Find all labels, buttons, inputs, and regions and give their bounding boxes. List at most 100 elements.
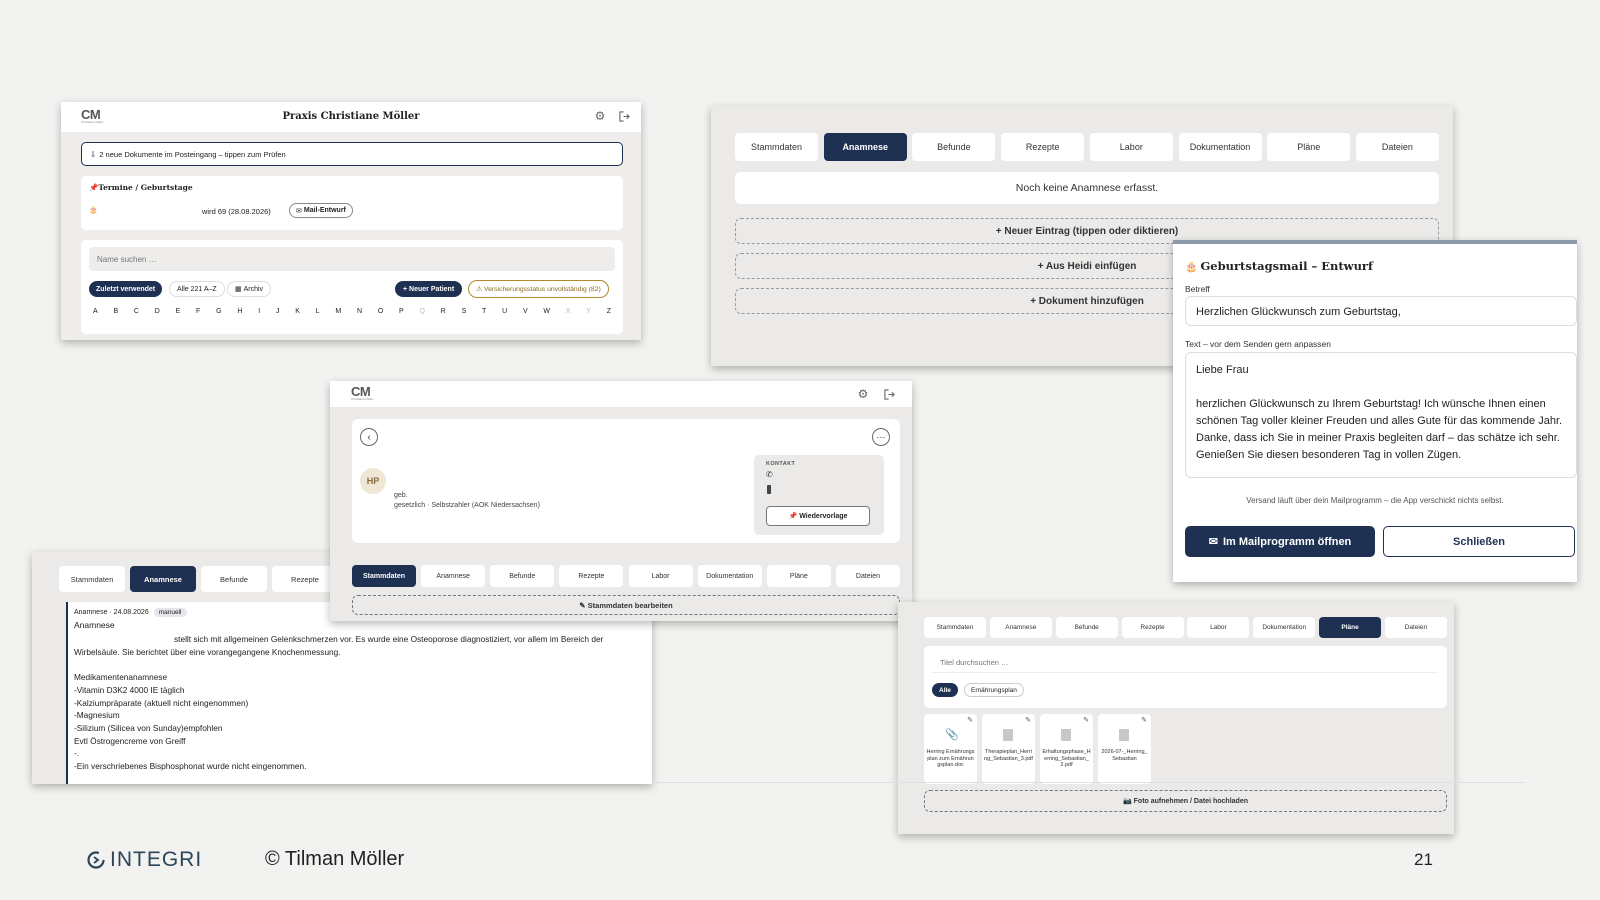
tab-pläne[interactable]: Pläne bbox=[1267, 133, 1351, 161]
filter-archive-button[interactable]: ▦ Archiv bbox=[227, 281, 272, 297]
contact-label: KONTAKT bbox=[766, 461, 796, 467]
letter-t[interactable]: T bbox=[482, 308, 486, 322]
followup-button[interactable]: 📌 Wiedervorlage bbox=[766, 506, 870, 526]
phone-icon[interactable]: ✆ bbox=[766, 470, 773, 479]
tab-labor[interactable]: Labor bbox=[628, 565, 693, 587]
birthdays-heading: 📌Termine / Geburtstage bbox=[89, 183, 193, 192]
entry-meta: Anamnese · 24.08.2026 manuell bbox=[74, 608, 187, 617]
file-name: 2026-07-_Herring_Sebastian bbox=[1101, 749, 1148, 762]
tab-dateien[interactable]: Dateien bbox=[1384, 617, 1447, 638]
pencil-icon[interactable]: ✎ bbox=[1083, 716, 1089, 724]
filter-all-button[interactable]: Alle 221 A–Z bbox=[169, 281, 225, 297]
upload-button[interactable]: 📷 Foto aufnehmen / Datei hochladen bbox=[924, 790, 1447, 812]
letter-f[interactable]: F bbox=[196, 308, 200, 322]
tab-anamnese[interactable]: Anamnese bbox=[130, 566, 196, 592]
warning-icon: ⚠ bbox=[476, 286, 483, 293]
letter-w[interactable]: W bbox=[543, 308, 550, 322]
letter-g[interactable]: G bbox=[216, 308, 221, 322]
logout-icon[interactable] bbox=[881, 386, 897, 402]
tab-stammdaten[interactable]: Stammdaten bbox=[924, 617, 986, 638]
insurance-warning-button[interactable]: ⚠ Versicherungsstatus unvollständig (82) bbox=[468, 280, 609, 298]
patient-search-input[interactable] bbox=[89, 247, 615, 271]
letter-h[interactable]: H bbox=[237, 308, 242, 322]
gear-icon[interactable]: ⚙ bbox=[592, 108, 608, 124]
letter-e[interactable]: E bbox=[176, 308, 181, 322]
letter-z[interactable]: Z bbox=[607, 308, 611, 322]
tab-anamnese[interactable]: Anamnese bbox=[823, 133, 907, 161]
tab-stammdaten[interactable]: Stammdaten bbox=[352, 565, 416, 587]
tab-rezepte[interactable]: Rezepte bbox=[272, 566, 338, 592]
open-mail-button[interactable]: ✉ Im Mailprogramm öffnen bbox=[1185, 526, 1375, 557]
letter-r[interactable]: R bbox=[441, 308, 446, 322]
pencil-icon[interactable]: ✎ bbox=[967, 716, 973, 724]
integri-logo-icon bbox=[87, 851, 105, 869]
letter-b[interactable]: B bbox=[113, 308, 118, 322]
file-card[interactable]: ✎ 2026-07-_Herring_Sebastian bbox=[1098, 714, 1151, 784]
manual-badge: manuell bbox=[153, 608, 187, 617]
tab-dokumentation[interactable]: Dokumentation bbox=[1253, 617, 1316, 638]
tab-dateien[interactable]: Dateien bbox=[1355, 133, 1439, 161]
file-card[interactable]: ✎ Erhaltungsphase_Herring_Sebastian_2.pdf bbox=[1040, 714, 1093, 784]
tab-pläne[interactable]: Pläne bbox=[766, 565, 831, 587]
tab-rezepte[interactable]: Rezepte bbox=[559, 565, 624, 587]
letter-m[interactable]: M bbox=[335, 308, 341, 322]
tab-dateien[interactable]: Dateien bbox=[835, 565, 900, 587]
tab-rezepte[interactable]: Rezepte bbox=[1001, 133, 1085, 161]
edit-master-data-button[interactable]: ✎ Stammdaten bearbeiten bbox=[352, 595, 900, 615]
letter-p[interactable]: P bbox=[399, 308, 404, 322]
tab-befunde[interactable]: Befunde bbox=[490, 565, 555, 587]
mobile-icon[interactable] bbox=[767, 485, 771, 494]
title-search-input[interactable] bbox=[932, 652, 1438, 673]
letter-y[interactable]: Y bbox=[586, 308, 591, 322]
tab-stammdaten[interactable]: Stammdaten bbox=[59, 566, 125, 592]
letter-n[interactable]: N bbox=[357, 308, 362, 322]
filter-all-chip[interactable]: Alle bbox=[932, 683, 958, 697]
tab-labor[interactable]: Labor bbox=[1089, 133, 1173, 161]
subject-input[interactable]: Herzlichen Glückwunsch zum Geburtstag, bbox=[1185, 296, 1577, 326]
letter-a[interactable]: A bbox=[93, 308, 98, 322]
filter-recent-button[interactable]: Zuletzt verwendet bbox=[89, 281, 163, 297]
file-card[interactable]: ✎ 📎 Herring Ernährungsplan zum Ernährungsp… bbox=[924, 714, 977, 784]
app-logo[interactable]: CM Christiane Möller bbox=[351, 385, 374, 401]
more-icon[interactable]: ⋯ bbox=[872, 428, 890, 446]
letter-k[interactable]: K bbox=[295, 308, 300, 322]
close-button[interactable]: Schließen bbox=[1383, 526, 1575, 557]
tab-dokumentation[interactable]: Dokumentation bbox=[1178, 133, 1262, 161]
tab-pläne[interactable]: Pläne bbox=[1319, 617, 1382, 638]
tab-befunde[interactable]: Befunde bbox=[912, 133, 996, 161]
tab-dokumentation[interactable]: Dokumentation bbox=[697, 565, 762, 587]
filter-nutrition-chip[interactable]: Ernährungsplan bbox=[964, 683, 1024, 697]
mail-body-textarea[interactable]: Liebe Frau herzlichen Glückwunsch zu Ihr… bbox=[1185, 352, 1577, 478]
tab-stammdaten[interactable]: Stammdaten bbox=[735, 133, 818, 161]
tab-befunde[interactable]: Befunde bbox=[1055, 617, 1118, 638]
new-patient-button[interactable]: + Neuer Patient bbox=[395, 281, 463, 297]
entry-line: -Magnesium bbox=[74, 710, 120, 721]
screenshot-patient-list: CM Christiane Möller Praxis Christiane Mö… bbox=[61, 102, 641, 340]
back-icon[interactable]: ‹ bbox=[360, 428, 378, 446]
letter-c[interactable]: C bbox=[134, 308, 139, 322]
tab-rezepte[interactable]: Rezepte bbox=[1121, 617, 1184, 638]
pencil-icon[interactable]: ✎ bbox=[1141, 716, 1147, 724]
alphabet-bar: A B C D E F G H I J K L M N O P Q R S T U V W X Y Z bbox=[89, 308, 615, 322]
tab-befunde[interactable]: Befunde bbox=[201, 566, 267, 592]
letter-d[interactable]: D bbox=[155, 308, 160, 322]
letter-l[interactable]: L bbox=[316, 308, 320, 322]
gear-icon[interactable]: ⚙ bbox=[855, 386, 871, 402]
letter-q[interactable]: Q bbox=[420, 308, 425, 322]
tab-anamnese[interactable]: Anamnese bbox=[421, 565, 486, 587]
pencil-icon[interactable]: ✎ bbox=[1025, 716, 1031, 724]
letter-i[interactable]: I bbox=[258, 308, 260, 322]
tab-anamnese[interactable]: Anamnese bbox=[989, 617, 1052, 638]
file-card[interactable]: ✎ Therapieplan_Herring_Sebastian_3.pdf bbox=[982, 714, 1035, 784]
logout-icon[interactable] bbox=[616, 108, 632, 124]
letter-o[interactable]: O bbox=[378, 308, 383, 322]
letter-s[interactable]: S bbox=[462, 308, 467, 322]
letter-x[interactable]: X bbox=[566, 308, 571, 322]
document-icon bbox=[1061, 729, 1071, 741]
tab-labor[interactable]: Labor bbox=[1187, 617, 1250, 638]
letter-j[interactable]: J bbox=[276, 308, 280, 322]
letter-u[interactable]: U bbox=[502, 308, 507, 322]
letter-v[interactable]: V bbox=[523, 308, 528, 322]
inbox-notice[interactable]: ⇩ 2 neue Dokumente im Posteingang – tippe… bbox=[81, 142, 623, 166]
mail-draft-button[interactable]: ✉ Mail-Entwurf bbox=[289, 203, 353, 218]
